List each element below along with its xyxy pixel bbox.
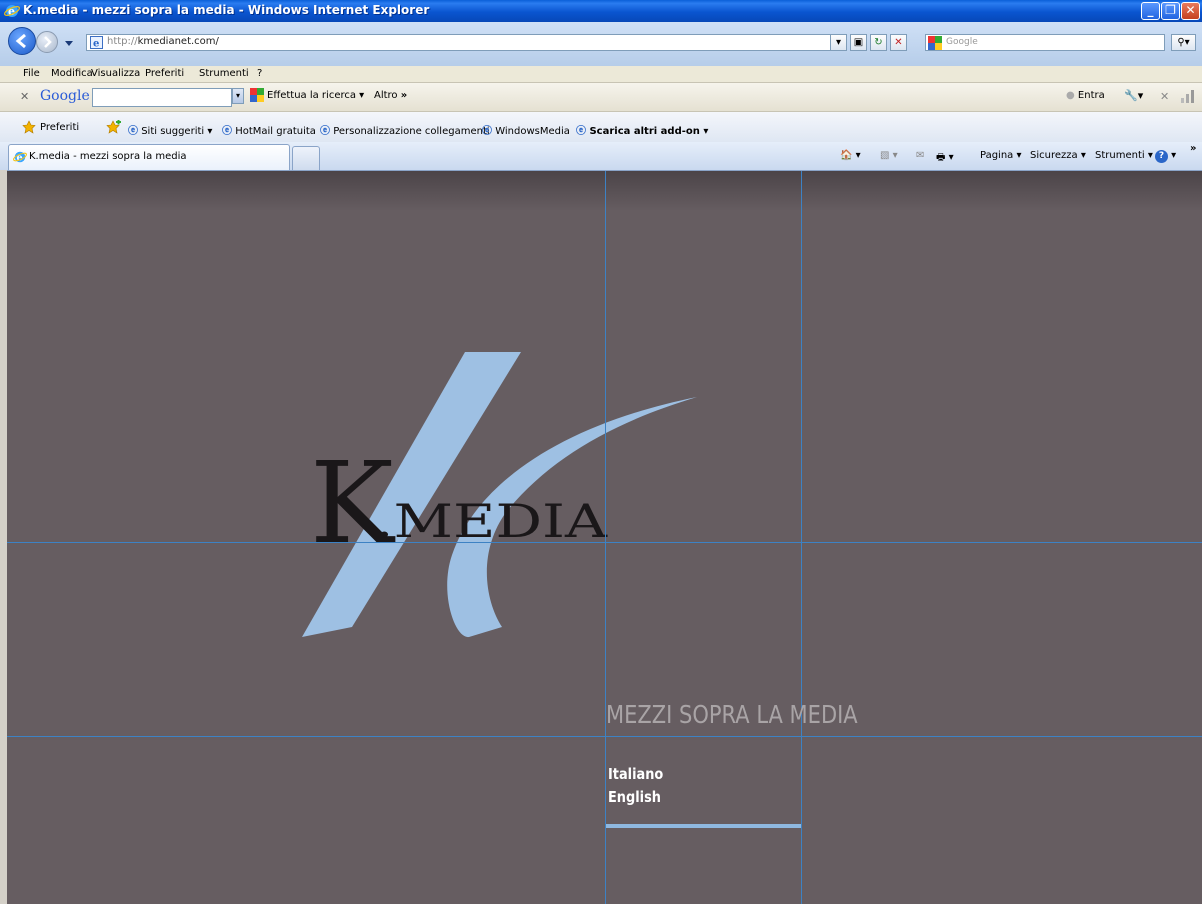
help-icon[interactable]: ? ▾ [1155, 150, 1176, 163]
close-icon[interactable]: ✕ [1160, 90, 1169, 103]
menu-strumenti-cmd[interactable]: Strumenti ▾ [1095, 150, 1153, 161]
guide-line-vertical-1 [605, 171, 606, 904]
refresh-icon[interactable]: ↻ [870, 34, 887, 51]
language-link-italiano[interactable]: Italiano [608, 765, 663, 783]
signin-button[interactable]: ● Entra [1066, 90, 1105, 101]
menu-bar: File Modifica Visualizza Preferiti Strum… [0, 66, 1202, 83]
ie-icon: e [4, 3, 20, 19]
tab-active[interactable]: e K.media - mezzi sopra la media [8, 144, 290, 170]
favorites-bar: Preferiti ⓔ Siti suggeriti ▾ ⓔ HotMail g… [0, 112, 1202, 142]
web-page: K .MEDIA MEZZI SOPRA LA MEDIA Italiano E… [7, 171, 1202, 904]
forward-button[interactable] [36, 31, 58, 53]
wrench-icon[interactable]: 🔧▾ [1124, 89, 1143, 102]
recent-pages-chevron-icon[interactable] [64, 38, 74, 51]
menu-visualizza[interactable]: Visualizza [91, 68, 140, 79]
menu-modifica[interactable]: Modifica [51, 68, 93, 79]
search-placeholder: Google [946, 37, 978, 47]
google-search-input[interactable] [92, 88, 232, 107]
title-bar: e K.media - mezzi sopra la media - Windo… [0, 0, 1202, 22]
home-icon[interactable]: 🏠 ▾ [840, 150, 861, 161]
close-toolbar-icon[interactable]: ✕ [20, 90, 29, 103]
menu-sicurezza[interactable]: Sicurezza ▾ [1030, 150, 1086, 161]
minimize-button[interactable]: _ [1141, 2, 1160, 20]
back-button[interactable] [8, 27, 36, 55]
print-icon[interactable]: 🖶 ▾ [936, 150, 954, 167]
add-favorite-icon[interactable] [106, 119, 122, 137]
address-dropdown-button[interactable]: ▾ [830, 34, 847, 51]
page-icon: e [90, 36, 103, 52]
feeds-icon[interactable]: ▧ ▾ [880, 150, 898, 161]
close-button[interactable]: ✕ [1181, 2, 1200, 20]
menu-file[interactable]: File [23, 68, 40, 79]
address-input[interactable]: e http://kmedianet.com/ [86, 34, 846, 51]
chevron-more-icon[interactable]: » [1190, 143, 1196, 154]
fav-item-addons[interactable]: ⓔ Scarica altri add-on ▾ [576, 122, 708, 137]
search-button-icon[interactable]: ⚲▾ [1171, 34, 1196, 51]
new-tab-button[interactable] [292, 146, 320, 170]
window-title: K.media - mezzi sopra la media - Windows… [23, 3, 430, 17]
fav-item-personalize[interactable]: ⓔ Personalizzazione collegamenti [320, 122, 490, 137]
favorites-button[interactable]: Preferiti [40, 122, 79, 133]
google-search-button[interactable]: Effettua la ricerca ▾ [267, 90, 364, 101]
more-button[interactable]: Altro » [374, 90, 407, 101]
fav-item-hotmail[interactable]: ⓔ HotMail gratuita [222, 122, 316, 137]
menu-strumenti[interactable]: Strumenti [199, 68, 249, 79]
menu-help[interactable]: ? [257, 68, 262, 79]
svg-text:e: e [93, 39, 99, 50]
compatibility-view-icon[interactable]: ▣ [850, 34, 867, 51]
fav-item-windowsmedia[interactable]: ⓔ WindowsMedia [482, 122, 570, 137]
google-search-icon [250, 88, 264, 105]
tab-title: K.media - mezzi sopra la media [29, 151, 187, 162]
google-search-provider-icon [928, 36, 942, 53]
logo-text-media: .MEDIA [375, 494, 608, 548]
guide-line-vertical-2 [801, 171, 802, 904]
menu-pagina[interactable]: Pagina ▾ [980, 150, 1022, 161]
guide-line-horizontal-2 [7, 736, 1202, 737]
mail-icon[interactable]: ✉ [916, 150, 924, 161]
google-logo: Google [40, 88, 90, 104]
favorites-star-icon [22, 120, 36, 137]
tab-ie-icon: e [13, 150, 27, 167]
address-url: http://kmedianet.com/ [107, 36, 219, 47]
restore-button[interactable]: ❐ [1161, 2, 1180, 20]
search-input[interactable]: Google [925, 34, 1165, 51]
google-search-dropdown[interactable]: ▾ [232, 88, 244, 104]
signal-bars-icon [1180, 89, 1196, 106]
fav-item-suggested[interactable]: ⓔ Siti suggeriti ▾ [128, 122, 212, 137]
language-underline-bar [606, 824, 801, 828]
menu-preferiti[interactable]: Preferiti [145, 68, 184, 79]
stop-icon[interactable]: ✕ [890, 34, 907, 51]
tagline: MEZZI SOPRA LA MEDIA [606, 700, 858, 729]
language-link-english[interactable]: English [608, 788, 661, 806]
guide-line-horizontal-1 [7, 542, 1202, 543]
window-border [0, 170, 7, 904]
